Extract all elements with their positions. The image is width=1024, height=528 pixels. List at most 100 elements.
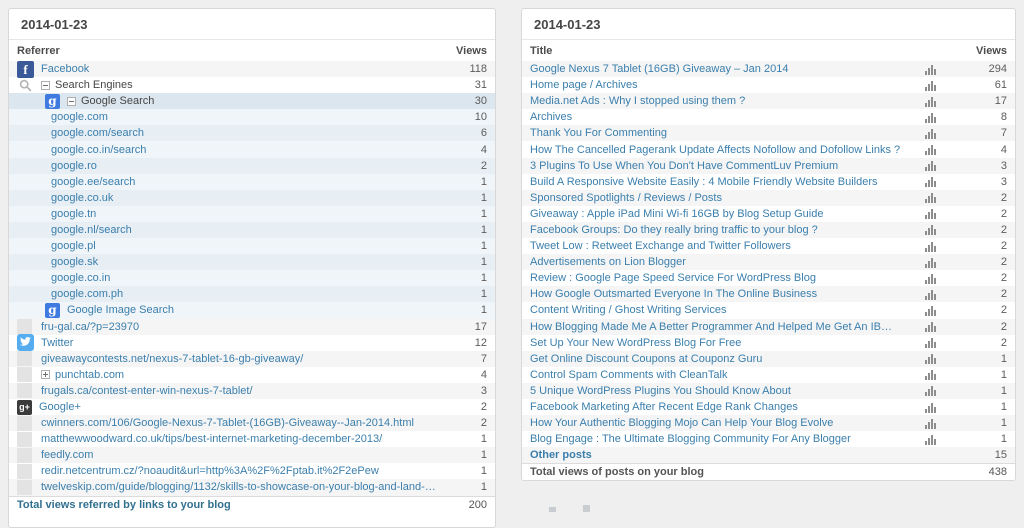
collapse-toggle-icon[interactable] [67, 97, 76, 106]
referrers-module: 2014-01-23 Referrer Views fFacebook118Se… [8, 8, 496, 528]
referrer-link[interactable]: google.ee/search [51, 176, 441, 188]
bar-chart-icon[interactable] [925, 339, 937, 351]
referrer-link[interactable]: google.co.in [51, 272, 441, 284]
referrer-row: google.ro2 [9, 158, 495, 174]
post-title-link[interactable]: Sponsored Spotlights / Reviews / Posts [530, 192, 901, 204]
expand-toggle-icon[interactable] [41, 370, 50, 379]
referrer-link[interactable]: google.pl [51, 240, 441, 252]
views-value: 17 [441, 321, 487, 333]
referrer-link[interactable]: google.com [51, 111, 441, 123]
post-title-link[interactable]: Content Writing / Ghost Writing Services [530, 304, 901, 316]
bar-chart-icon[interactable] [925, 146, 937, 158]
bar-chart-icon[interactable] [925, 114, 937, 126]
favicon-placeholder-icon [17, 383, 32, 398]
referrer-link[interactable]: google.tn [51, 208, 441, 220]
referrer-column-label: Referrer [17, 45, 441, 57]
bar-chart-icon[interactable] [925, 420, 937, 432]
referrer-link[interactable]: google.sk [51, 256, 441, 268]
post-title-link[interactable]: Advertisements on Lion Blogger [530, 256, 901, 268]
post-title-link[interactable]: Get Online Discount Coupons at Couponz G… [530, 353, 901, 365]
views-value: 4 [441, 369, 487, 381]
views-value: 1 [441, 433, 487, 445]
post-row: Media.net Ads : Why I stopped using them… [522, 93, 1015, 109]
post-title-link[interactable]: How The Cancelled Pagerank Update Affect… [530, 144, 901, 156]
post-title-link[interactable]: Archives [530, 111, 901, 123]
post-title-link[interactable]: Review : Google Page Speed Service For W… [530, 272, 901, 284]
bar-chart-icon[interactable] [925, 210, 937, 222]
bar-chart-icon[interactable] [925, 387, 937, 399]
referrer-link[interactable]: matthewwoodward.co.uk/tips/best-internet… [41, 433, 441, 445]
post-title-link[interactable]: How Google Outsmarted Everyone In The On… [530, 288, 901, 300]
referrer-link[interactable]: google.co.uk [51, 192, 441, 204]
collapse-toggle-icon[interactable] [41, 81, 50, 90]
posts-total-views: 438 [961, 466, 1007, 478]
referrer-link[interactable]: fru-gal.ca/?p=23970 [41, 321, 441, 333]
bar-chart-icon[interactable] [925, 162, 937, 174]
referrer-row: google.com/search6 [9, 125, 495, 141]
bar-chart-icon[interactable] [925, 130, 937, 142]
bar-chart-icon[interactable] [925, 178, 937, 190]
post-row: Google Nexus 7 Tablet (16GB) Giveaway – … [522, 61, 1015, 77]
bar-chart-icon[interactable] [925, 243, 937, 255]
views-value: 15 [961, 449, 1007, 461]
post-title-link[interactable]: Facebook Marketing After Recent Edge Ran… [530, 401, 901, 413]
post-title-link[interactable]: How Your Authentic Blogging Mojo Can Hel… [530, 417, 901, 429]
referrer-link[interactable]: Google+ [39, 401, 441, 413]
post-title-link[interactable]: 3 Plugins To Use When You Don't Have Com… [530, 160, 901, 172]
referrer-link[interactable]: cwinners.com/106/Google-Nexus-7-Tablet-(… [41, 417, 441, 429]
views-column-label: Views [961, 45, 1007, 57]
post-title-link[interactable]: Google Nexus 7 Tablet (16GB) Giveaway – … [530, 63, 901, 75]
post-title-link[interactable]: 5 Unique WordPress Plugins You Should Kn… [530, 385, 901, 397]
referrer-link[interactable]: giveawaycontests.net/nexus-7-tablet-16-g… [41, 353, 441, 365]
bar-chart-icon[interactable] [925, 307, 937, 319]
post-title-link[interactable]: Media.net Ads : Why I stopped using them… [530, 95, 901, 107]
views-value: 2 [961, 240, 1007, 252]
bar-chart-icon[interactable] [925, 436, 937, 448]
post-title-link[interactable]: Build A Responsive Website Easily : 4 Mo… [530, 176, 901, 188]
bar-chart-icon[interactable] [925, 259, 937, 271]
referrer-link[interactable]: frugals.ca/contest-enter-win-nexus-7-tab… [41, 385, 441, 397]
bar-chart-icon[interactable] [925, 355, 937, 367]
post-title-link[interactable]: Thank You For Commenting [530, 127, 901, 139]
referrer-link[interactable]: google.com.ph [51, 288, 441, 300]
post-title-link[interactable]: Blog Engage : The Ultimate Blogging Comm… [530, 433, 901, 445]
referrer-link[interactable]: Google Image Search [67, 304, 441, 316]
post-title-link[interactable]: Control Spam Comments with CleanTalk [530, 369, 901, 381]
referrer-link[interactable]: twelveskip.com/guide/blogging/1132/skill… [41, 481, 441, 493]
post-row: Tweet Low : Retweet Exchange and Twitter… [522, 238, 1015, 254]
post-title-link[interactable]: Home page / Archives [530, 79, 901, 91]
bar-chart-icon[interactable] [925, 194, 937, 206]
views-value: 7 [441, 353, 487, 365]
bar-chart-icon[interactable] [925, 98, 937, 110]
referrer-link[interactable]: punchtab.com [55, 369, 441, 381]
referrer-link[interactable]: Facebook [41, 63, 441, 75]
referrer-link[interactable]: google.nl/search [51, 224, 441, 236]
referrer-link[interactable]: google.com/search [51, 127, 441, 139]
referrer-link[interactable]: redir.netcentrum.cz/?noaudit&url=http%3A… [41, 465, 441, 477]
bar-chart-icon[interactable] [925, 66, 937, 78]
referrer-link[interactable]: feedly.com [41, 449, 441, 461]
views-value: 1 [441, 449, 487, 461]
post-row: How Your Authentic Blogging Mojo Can Hel… [522, 415, 1015, 431]
post-title-link[interactable]: How Blogging Made Me A Better Programmer… [530, 321, 901, 333]
views-value: 2 [961, 224, 1007, 236]
bar-chart-icon[interactable] [925, 226, 937, 238]
referrer-row: redir.netcentrum.cz/?noaudit&url=http%3A… [9, 463, 495, 479]
bar-chart-icon[interactable] [925, 82, 937, 94]
bar-chart-icon[interactable] [925, 291, 937, 303]
post-title-link[interactable]: Giveaway : Apple iPad Mini Wi-fi 16GB by… [530, 208, 901, 220]
bar-chart-icon[interactable] [925, 275, 937, 287]
post-title-link[interactable]: Facebook Groups: Do they really bring tr… [530, 224, 901, 236]
referrer-rows: fFacebook118Search Engines31gGoogle Sear… [9, 61, 495, 496]
post-row: Other posts 15 [522, 447, 1015, 463]
referrer-link[interactable]: google.co.in/search [51, 144, 441, 156]
post-title-link[interactable]: Tweet Low : Retweet Exchange and Twitter… [530, 240, 901, 252]
bar-chart-icon[interactable] [925, 404, 937, 416]
referrer-link[interactable]: google.ro [51, 160, 441, 172]
post-title-link[interactable]: Set Up Your New WordPress Blog For Free [530, 337, 901, 349]
bar-chart-icon[interactable] [925, 371, 937, 383]
post-title-link[interactable]: Other posts [530, 449, 901, 461]
referrer-link[interactable]: Twitter [41, 337, 441, 349]
referrer-row: punchtab.com4 [9, 367, 495, 383]
bar-chart-icon[interactable] [925, 323, 937, 335]
